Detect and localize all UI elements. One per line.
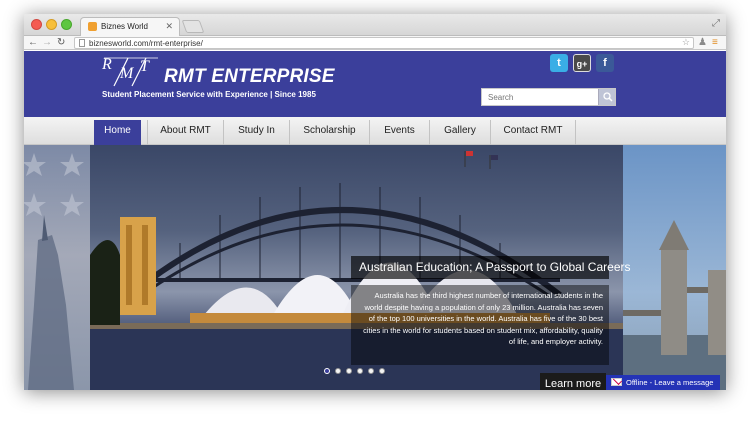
logo-lines (104, 57, 158, 87)
hero-left-image (24, 145, 90, 390)
menu-icon[interactable]: ≡ (712, 36, 718, 50)
page-icon (79, 39, 85, 47)
maximize-window-button[interactable] (61, 19, 72, 30)
nav-about-rmt[interactable]: About RMT (147, 120, 224, 145)
new-tab-button[interactable] (181, 20, 205, 33)
site-header: R M T RMT ENTERPRISE Student Placement S… (24, 51, 726, 117)
search-button[interactable] (598, 89, 615, 105)
forward-icon[interactable]: → (42, 36, 52, 50)
facebook-icon[interactable]: f (596, 54, 614, 72)
bookmark-star-icon[interactable]: ☆ (682, 37, 690, 48)
nav-contact-rmt[interactable]: Contact RMT (491, 120, 576, 145)
hero-right-image (623, 145, 726, 390)
slider-dot-4[interactable] (357, 368, 363, 374)
tower-bridge-image (623, 220, 726, 390)
browser-window: Biznes World ✕ ⤢ ← → ↻ biznesworld.com/r… (24, 14, 726, 390)
main-nav: Home About RMT Study In Scholarship Even… (24, 117, 726, 145)
nav-scholarship[interactable]: Scholarship (290, 120, 370, 145)
search-box (481, 88, 616, 106)
learn-more-button[interactable]: Learn more (540, 373, 606, 390)
mail-icon (611, 378, 622, 386)
browser-tab[interactable]: Biznes World ✕ (80, 17, 180, 36)
slider-dot-3[interactable] (346, 368, 352, 374)
hero-slider: Australian Education; A Passport to Glob… (24, 145, 726, 390)
twitter-icon[interactable]: t (550, 54, 568, 72)
favicon-icon (88, 22, 97, 31)
address-bar[interactable]: biznesworld.com/rmt-enterprise/ ☆ (74, 37, 694, 49)
tab-title: Biznes World (101, 22, 148, 31)
nav-study-in[interactable]: Study In (224, 120, 290, 145)
slider-dot-6[interactable] (379, 368, 385, 374)
slider-dot-1[interactable] (324, 368, 330, 374)
browser-toolbar: ← → ↻ biznesworld.com/rmt-enterprise/ ☆ … (24, 36, 726, 50)
search-icon (603, 92, 613, 102)
url-text[interactable]: biznesworld.com/rmt-enterprise/ (89, 38, 203, 49)
title-bar: Biznes World ✕ ⤢ (24, 14, 726, 36)
hero-caption-title: Australian Education; A Passport to Glob… (351, 256, 630, 279)
chat-message: Offline - Leave a message (626, 378, 714, 387)
rmt-logo-mark[interactable]: R M T (102, 56, 160, 88)
site-title[interactable]: RMT ENTERPRISE (164, 66, 335, 88)
fullscreen-icon[interactable]: ⤢ (712, 18, 720, 29)
live-chat-offline-button[interactable]: Offline - Leave a message (606, 375, 720, 390)
slider-dot-2[interactable] (335, 368, 341, 374)
nav-events[interactable]: Events (370, 120, 430, 145)
extension-icon[interactable]: ♟ (698, 36, 707, 50)
hero-caption-body: Australia has the third highest number o… (351, 285, 609, 365)
nav-gallery[interactable]: Gallery (430, 120, 491, 145)
google-plus-icon[interactable]: g+ (573, 54, 591, 72)
site-tagline: Student Placement Service with Experienc… (102, 90, 316, 99)
statue-of-liberty-image (24, 153, 84, 390)
back-icon[interactable]: ← (28, 36, 38, 50)
slider-dot-5[interactable] (368, 368, 374, 374)
reload-icon[interactable]: ↻ (57, 36, 65, 50)
close-window-button[interactable] (31, 19, 42, 30)
nav-home[interactable]: Home (94, 120, 141, 145)
search-input[interactable] (482, 89, 598, 105)
tab-close-icon[interactable]: ✕ (165, 21, 173, 32)
minimize-window-button[interactable] (46, 19, 57, 30)
